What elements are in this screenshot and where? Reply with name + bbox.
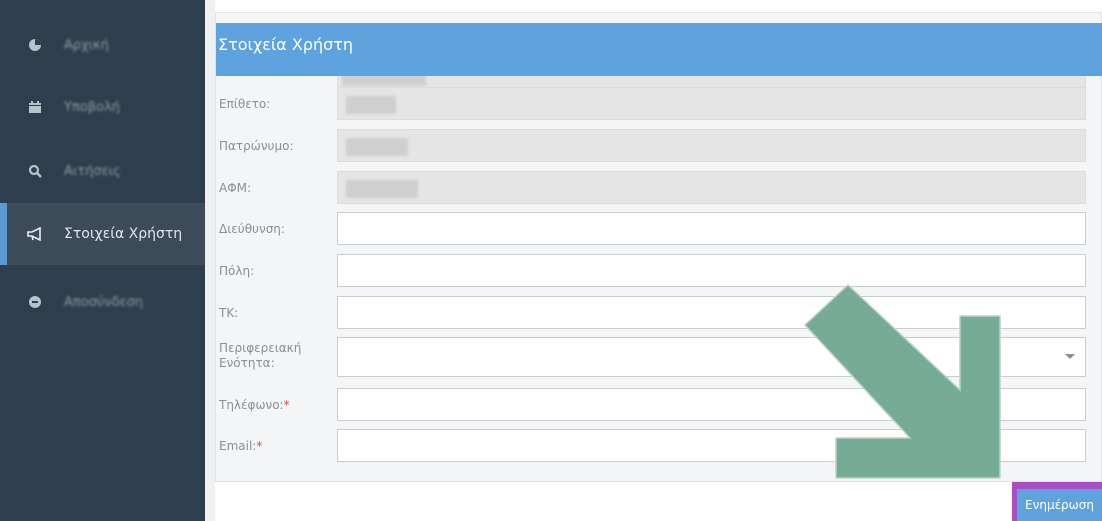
form-row-regional-unit: Περιφερειακή Ενότητα: xyxy=(216,337,1102,379)
content-divider xyxy=(205,0,215,521)
chevron-down-icon[interactable] xyxy=(1065,354,1075,359)
city-input[interactable] xyxy=(337,254,1086,287)
sidebar-item-label: Υποβολή xyxy=(64,99,120,115)
form-row-phone: Τηλέφωνο:* xyxy=(216,388,1102,422)
sidebar-item-label: Αποσύνδεση xyxy=(64,294,144,310)
city-label: Πόλη: xyxy=(219,264,255,278)
sidebar-item-label: Αιτήσεις xyxy=(64,163,121,179)
sidebar-item-submit[interactable]: Υποβολή xyxy=(0,76,205,138)
address-input[interactable] xyxy=(337,212,1086,245)
postal-code-label: ΤΚ: xyxy=(219,306,239,320)
sidebar-item-logout[interactable]: Αποσύνδεση xyxy=(0,271,205,333)
sidebar-item-home[interactable]: Αρχική xyxy=(0,14,205,76)
phone-input[interactable] xyxy=(337,388,1086,421)
surname-label: Επίθετο: xyxy=(219,97,271,111)
form-row-tax-id: ΑΦΜ: xyxy=(216,171,1102,205)
tax-id-label: ΑΦΜ: xyxy=(219,181,252,195)
sidebar-item-label: Αρχική xyxy=(64,37,109,53)
megaphone-icon xyxy=(27,226,43,242)
required-marker: * xyxy=(256,439,263,453)
email-input[interactable] xyxy=(337,429,1086,462)
sidebar-item-applications[interactable]: Αιτήσεις xyxy=(0,140,205,202)
dashboard-icon xyxy=(27,37,43,53)
panel-title: Στοιχεία Χρήστη xyxy=(218,35,354,54)
update-button[interactable]: Ενημέρωση xyxy=(1017,489,1102,521)
app-window: Αρχική Υποβολή Αιτήσεις Στοιχεία Χρήστη … xyxy=(0,0,1102,521)
form-row-address: Διεύθυνση: xyxy=(216,212,1102,246)
form-row-email: Email:* xyxy=(216,429,1102,463)
regional-unit-label: Περιφερειακή Ενότητα: xyxy=(219,341,302,370)
panel-header-overlay: Στοιχεία Χρήστη xyxy=(216,23,1102,76)
form-row-surname: Επίθετο: xyxy=(216,87,1102,121)
tax-id-field xyxy=(337,171,1086,204)
surname-field xyxy=(337,87,1086,120)
postal-code-input[interactable] xyxy=(337,296,1086,329)
logout-icon xyxy=(27,294,43,310)
search-icon xyxy=(27,163,43,179)
fathers-name-label: Πατρώνυμο: xyxy=(219,139,294,153)
sidebar-item-user-details[interactable]: Στοιχεία Χρήστη xyxy=(0,203,205,265)
required-marker: * xyxy=(283,398,290,412)
form-row-city: Πόλη: xyxy=(216,254,1102,288)
panel-footer xyxy=(215,482,1102,521)
address-label: Διεύθυνση: xyxy=(219,222,285,236)
calendar-icon xyxy=(27,99,43,115)
sidebar: Αρχική Υποβολή Αιτήσεις Στοιχεία Χρήστη … xyxy=(0,0,205,521)
regional-unit-select[interactable] xyxy=(337,337,1086,377)
update-button-highlight: Ενημέρωση xyxy=(1012,482,1102,521)
form-row-fathers-name: Πατρώνυμο: xyxy=(216,129,1102,163)
email-label: Email:* xyxy=(219,439,263,453)
sidebar-item-label: Στοιχεία Χρήστη xyxy=(64,226,183,242)
fathers-name-field xyxy=(337,129,1086,162)
phone-label: Τηλέφωνο:* xyxy=(219,398,290,412)
user-details-panel: Στοιχεία Χρήστη Στοιχεία Χρήστη Επίθετο:… xyxy=(215,12,1102,482)
form-row-postal-code: ΤΚ: xyxy=(216,296,1102,330)
